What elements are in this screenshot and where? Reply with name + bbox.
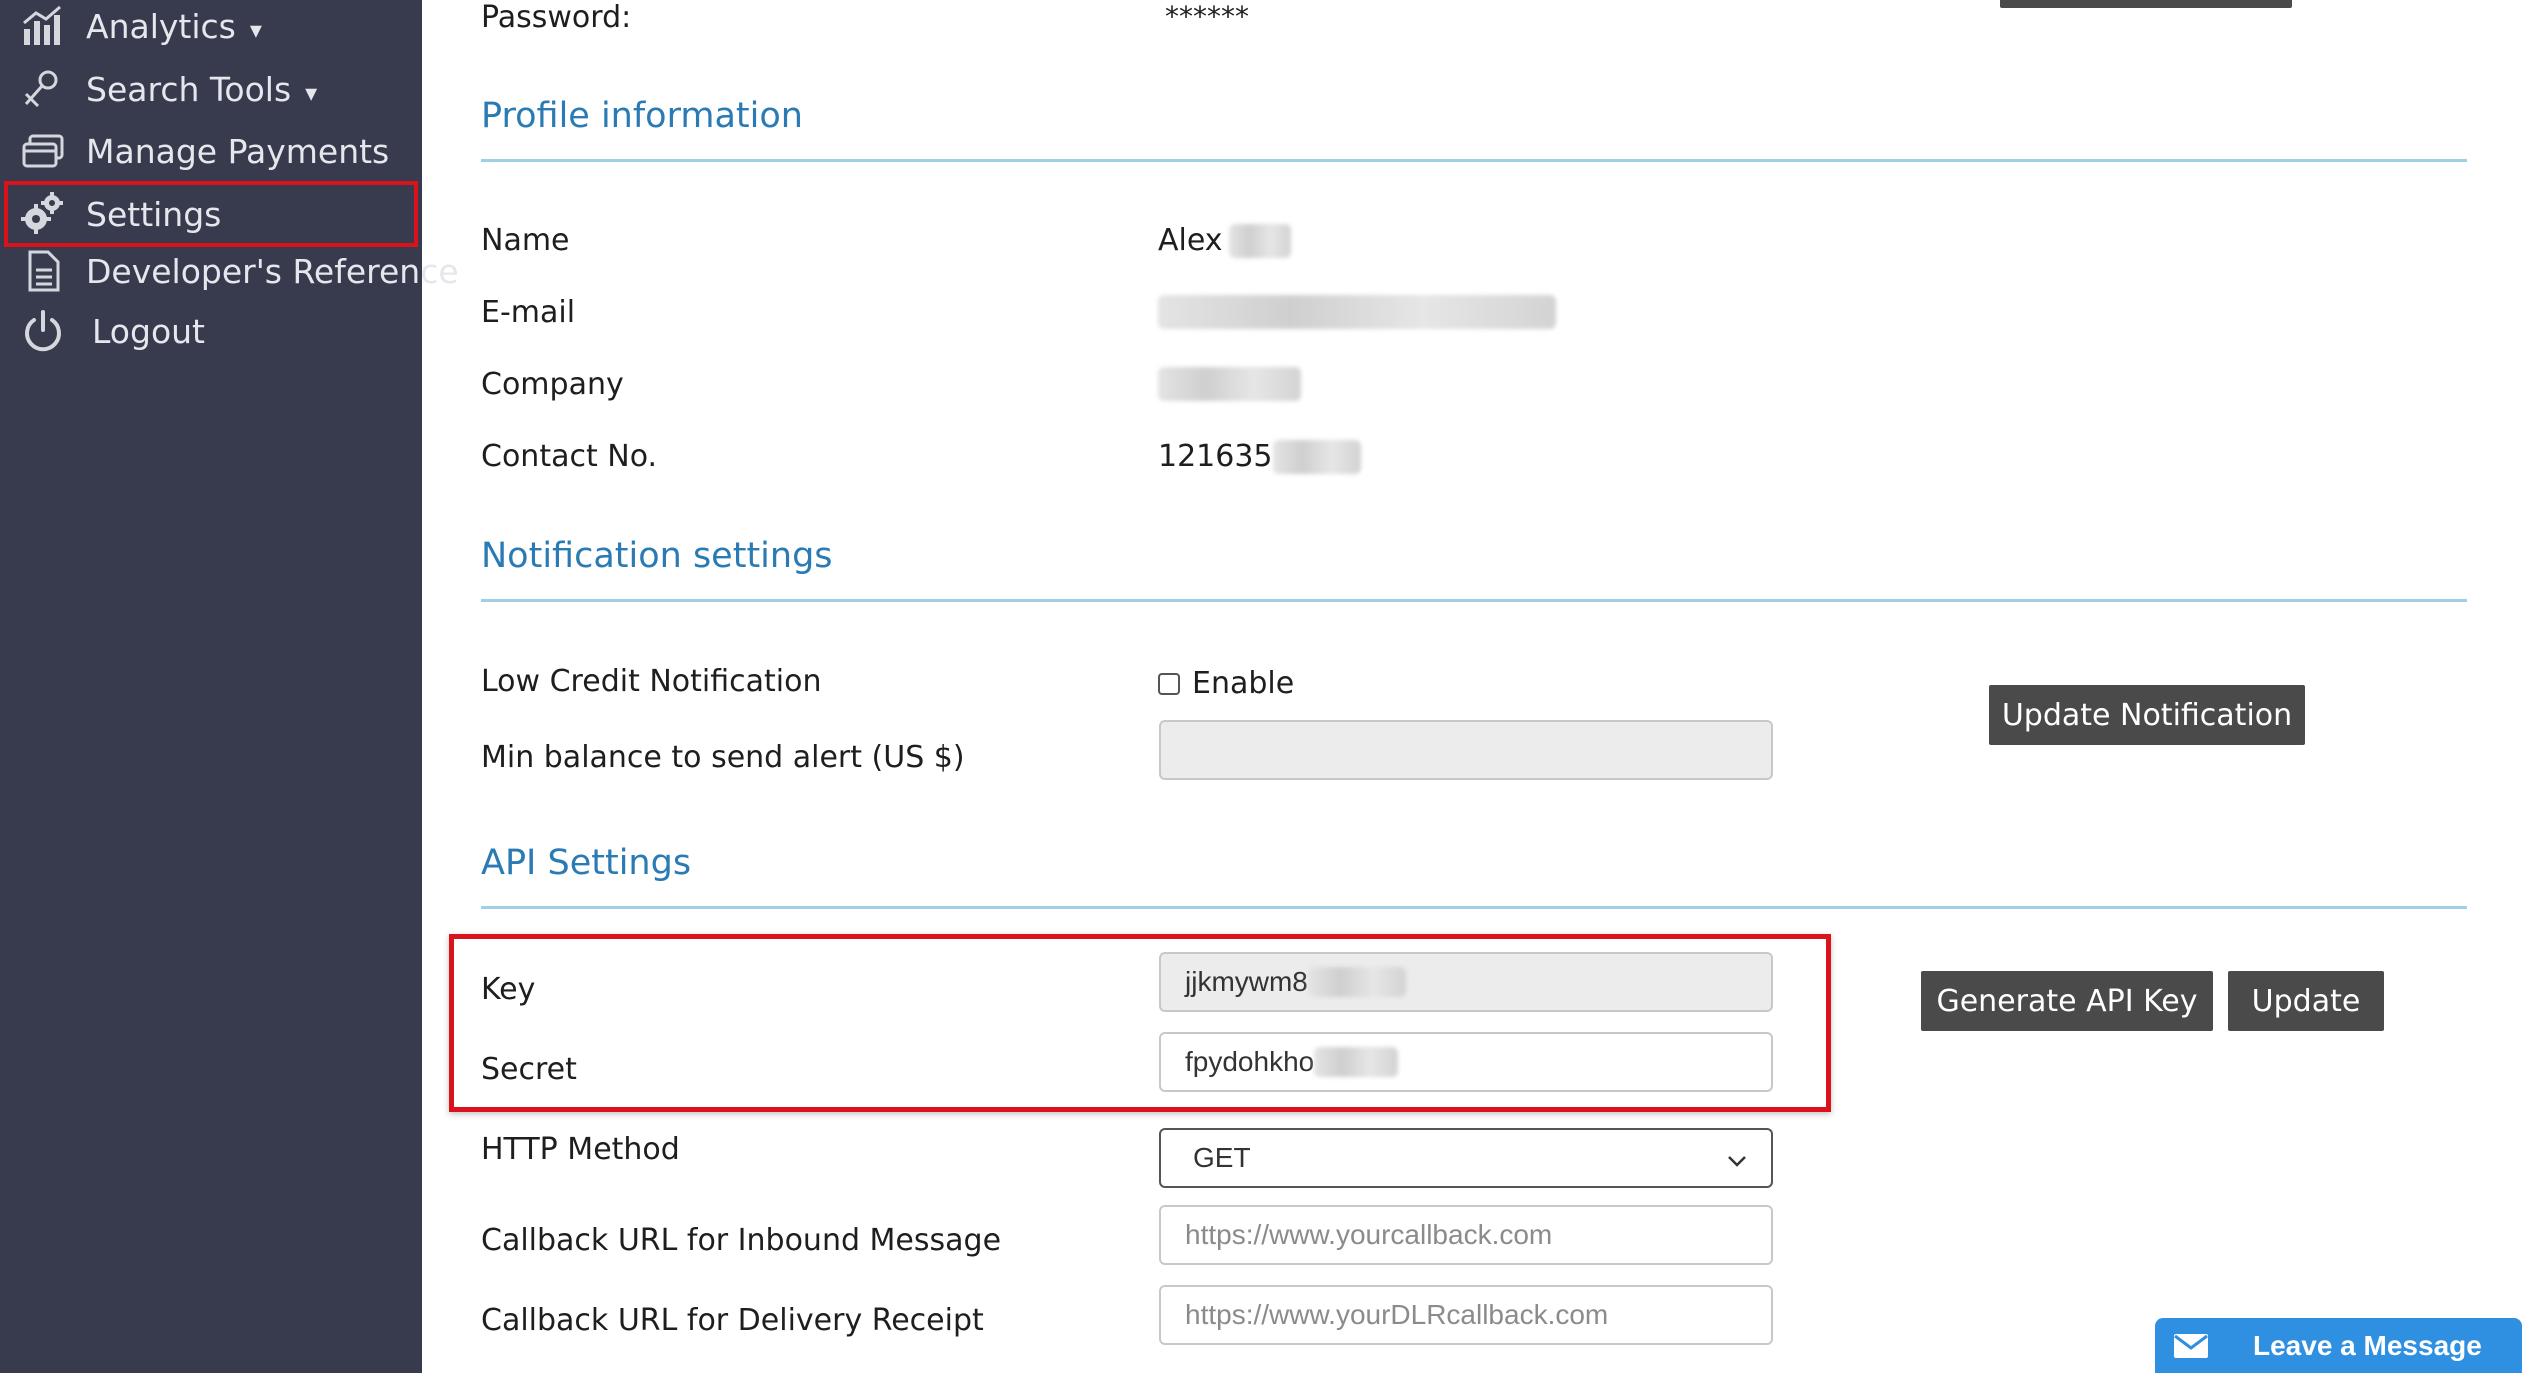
dlr-callback-input[interactable]: https://www.yourDLRcallback.com [1159, 1285, 1773, 1345]
sidebar-item-manage-payments[interactable]: Manage Payments [0, 122, 422, 180]
sidebar-item-label: Logout [92, 311, 205, 351]
api-secret-input[interactable]: fpydohkho [1159, 1032, 1773, 1092]
leave-message-label: Leave a Message [2253, 1329, 2482, 1361]
api-section-title: API Settings [481, 843, 692, 883]
sidebar-item-search-tools[interactable]: Search Tools ▾ [0, 60, 422, 118]
dlr-callback-placeholder: https://www.yourDLRcallback.com [1185, 1299, 1609, 1330]
min-balance-input[interactable] [1159, 720, 1773, 780]
name-label: Name [481, 223, 570, 258]
chevron-down-icon: ▾ [249, 15, 262, 44]
min-balance-label: Min balance to send alert (US $) [481, 740, 965, 775]
envelope-icon [2174, 1333, 2208, 1358]
api-key-input[interactable]: jjkmywm8 [1159, 952, 1773, 1012]
sidebar-item-label: Analytics [86, 6, 236, 46]
api-update-button[interactable]: Update [2228, 971, 2384, 1031]
password-value: ****** [1165, 0, 1249, 33]
enable-checkbox[interactable] [1158, 672, 1180, 695]
inbound-callback-label: Callback URL for Inbound Message [481, 1223, 1002, 1258]
name-value-text: Alex [1158, 223, 1223, 258]
search-tools-icon [18, 66, 68, 112]
redacted-blur [1307, 967, 1406, 997]
sidebar-item-logout[interactable]: Logout [0, 302, 422, 360]
email-label: E-mail [481, 295, 576, 330]
inbound-callback-placeholder: https://www.yourcallback.com [1185, 1219, 1553, 1250]
contact-label: Contact No. [481, 439, 658, 474]
sidebar: Analytics ▾ Search Tools ▾ Manage Payments [0, 0, 459, 1373]
section-divider [481, 159, 2467, 162]
redacted-blur [1228, 223, 1291, 258]
dlr-callback-label: Callback URL for Delivery Receipt [481, 1303, 984, 1338]
generate-api-key-button[interactable]: Generate API Key [1921, 971, 2213, 1031]
api-key-label: Key [481, 972, 536, 1007]
password-label: Password: [481, 0, 632, 35]
sidebar-item-label: Search Tools [86, 69, 292, 109]
api-key-value: jjkmywm8 [1185, 966, 1308, 997]
change-password-button[interactable] [2000, 0, 2292, 8]
section-divider [481, 599, 2467, 602]
api-secret-label: Secret [481, 1052, 577, 1087]
profile-section-title: Profile information [481, 96, 803, 136]
power-icon [18, 308, 68, 354]
company-value [1158, 367, 1301, 401]
update-notification-button[interactable]: Update Notification [1989, 685, 2305, 745]
http-method-label: HTTP Method [481, 1132, 680, 1167]
settings-content: Password: ****** Profile information Nam… [422, 0, 2522, 1373]
payments-card-icon [18, 128, 68, 174]
section-divider [481, 906, 2467, 909]
document-icon [18, 248, 68, 294]
name-value: Alex [1158, 223, 1291, 258]
sidebar-item-developers-reference[interactable]: Developer's Reference [0, 242, 459, 300]
notification-section-title: Notification settings [481, 536, 833, 576]
contact-value: 121635 [1158, 439, 1361, 474]
chevron-down-icon: ▾ [305, 78, 318, 107]
redacted-blur [1272, 439, 1361, 474]
http-method-value: GET [1193, 1142, 1251, 1173]
redacted-blur [1158, 295, 1556, 329]
sidebar-item-label: Developer's Reference [86, 251, 459, 291]
redacted-blur [1314, 1047, 1399, 1077]
low-credit-label: Low Credit Notification [481, 664, 822, 699]
gears-icon [18, 191, 68, 237]
leave-message-widget[interactable]: Leave a Message [2155, 1318, 2522, 1373]
sidebar-item-label: Manage Payments [86, 131, 390, 171]
inbound-callback-input[interactable]: https://www.yourcallback.com [1159, 1205, 1773, 1265]
sidebar-item-analytics[interactable]: Analytics ▾ [0, 0, 422, 55]
redacted-blur [1158, 367, 1301, 401]
company-label: Company [481, 367, 624, 402]
sidebar-item-settings[interactable]: Settings [4, 181, 418, 247]
analytics-chart-icon [18, 3, 68, 49]
email-value [1158, 295, 1556, 329]
enable-checkbox-row[interactable]: Enable [1158, 666, 1294, 701]
sidebar-item-label: Settings [86, 194, 222, 234]
http-method-select[interactable]: GET [1159, 1128, 1773, 1188]
chevron-down-icon [1727, 1142, 1747, 1174]
enable-label: Enable [1192, 666, 1295, 701]
api-secret-value: fpydohkho [1185, 1046, 1315, 1077]
contact-value-text: 121635 [1158, 439, 1273, 474]
